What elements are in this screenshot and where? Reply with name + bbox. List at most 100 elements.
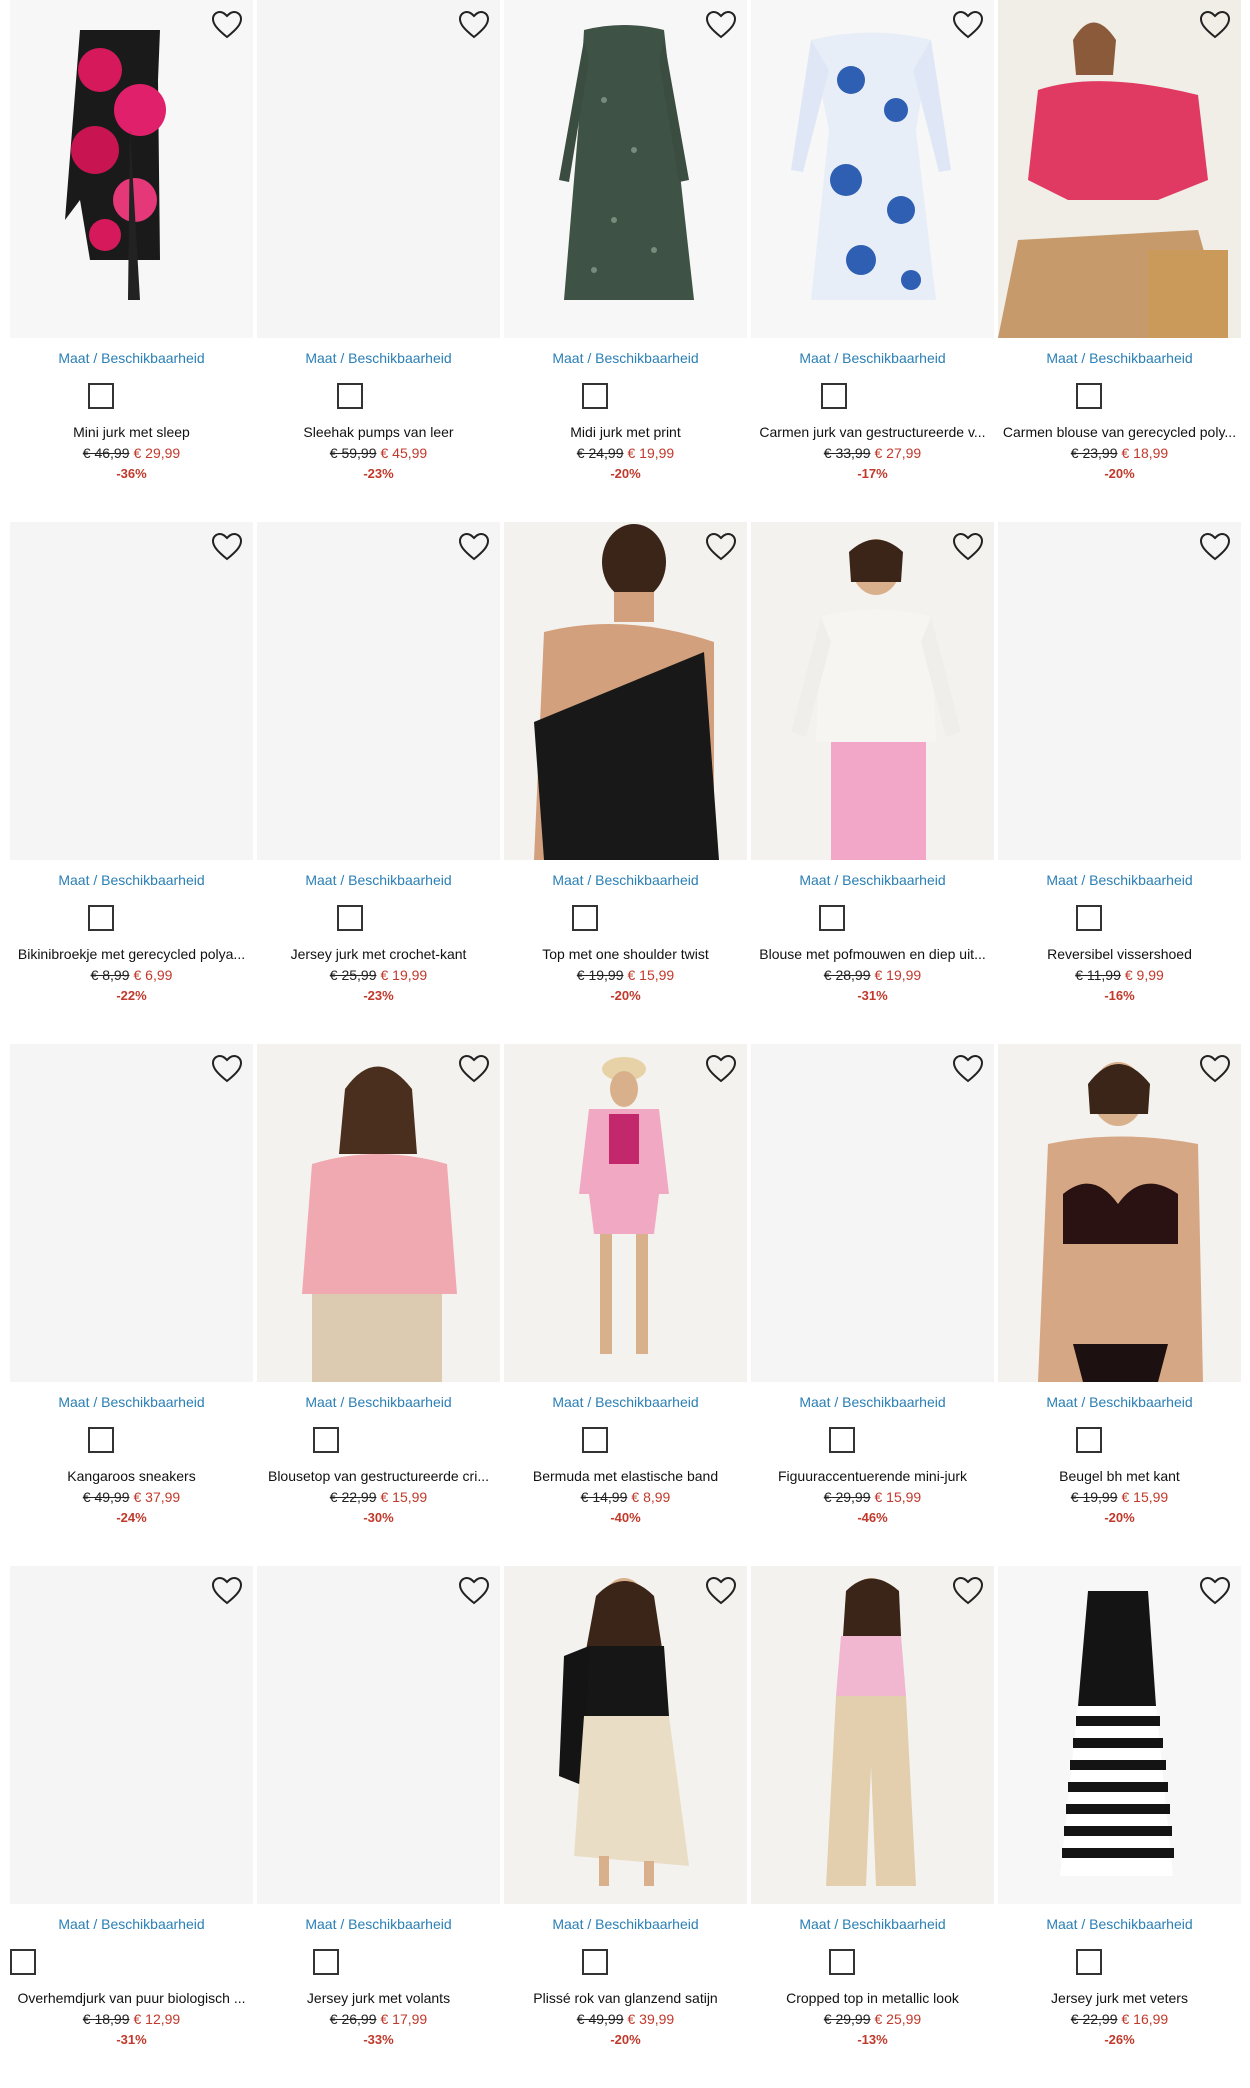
- size-availability-link[interactable]: Maat / Beschikbaarheid: [257, 872, 500, 888]
- compare-checkbox[interactable]: [582, 1427, 608, 1453]
- product-image[interactable]: [10, 1566, 253, 1904]
- product-name[interactable]: Sleehak pumps van leer: [257, 424, 500, 440]
- heart-outline-icon[interactable]: [952, 532, 984, 562]
- heart-outline-icon[interactable]: [458, 1576, 490, 1606]
- size-availability-link[interactable]: Maat / Beschikbaarheid: [257, 1394, 500, 1410]
- product-image[interactable]: [751, 522, 994, 860]
- product-name[interactable]: Jersey jurk met crochet-kant: [257, 946, 500, 962]
- product-card[interactable]: Maat / Beschikbaarheid Top met one should…: [504, 522, 751, 1044]
- heart-outline-icon[interactable]: [952, 1576, 984, 1606]
- product-name[interactable]: Overhemdjurk van puur biologisch ...: [10, 1990, 253, 2006]
- compare-checkbox[interactable]: [313, 1427, 339, 1453]
- product-image[interactable]: [504, 0, 747, 338]
- compare-checkbox[interactable]: [10, 1949, 36, 1975]
- heart-outline-icon[interactable]: [705, 1054, 737, 1084]
- product-card[interactable]: Maat / Beschikbaarheid Reversibel vissers…: [998, 522, 1245, 1044]
- compare-checkbox[interactable]: [821, 383, 847, 409]
- heart-outline-icon[interactable]: [211, 10, 243, 40]
- heart-outline-icon[interactable]: [952, 1054, 984, 1084]
- product-card[interactable]: Maat / Beschikbaarheid Blouse met pofmouw…: [751, 522, 998, 1044]
- compare-checkbox[interactable]: [829, 1949, 855, 1975]
- product-name[interactable]: Cropped top in metallic look: [751, 1990, 994, 2006]
- compare-checkbox[interactable]: [829, 1427, 855, 1453]
- product-card[interactable]: Maat / Beschikbaarheid Jersey jurk met cr…: [257, 522, 504, 1044]
- product-card[interactable]: Maat / Beschikbaarheid Plissé rok van gla…: [504, 1566, 751, 2088]
- compare-checkbox[interactable]: [572, 905, 598, 931]
- product-name[interactable]: Carmen jurk van gestructureerde v...: [751, 424, 994, 440]
- product-name[interactable]: Beugel bh met kant: [998, 1468, 1241, 1484]
- size-availability-link[interactable]: Maat / Beschikbaarheid: [504, 350, 747, 366]
- compare-checkbox[interactable]: [582, 1949, 608, 1975]
- product-name[interactable]: Midi jurk met print: [504, 424, 747, 440]
- product-card[interactable]: Maat / Beschikbaarheid Beugel bh met kant…: [998, 1044, 1245, 1566]
- product-image[interactable]: [257, 1044, 500, 1382]
- size-availability-link[interactable]: Maat / Beschikbaarheid: [257, 350, 500, 366]
- heart-outline-icon[interactable]: [1199, 1576, 1231, 1606]
- product-card[interactable]: Maat / Beschikbaarheid Jersey jurk met vo…: [257, 1566, 504, 2088]
- product-image[interactable]: [998, 0, 1241, 338]
- size-availability-link[interactable]: Maat / Beschikbaarheid: [504, 1394, 747, 1410]
- product-card[interactable]: Maat / Beschikbaarheid Carmen blouse van …: [998, 0, 1245, 522]
- product-image[interactable]: [504, 522, 747, 860]
- heart-outline-icon[interactable]: [211, 532, 243, 562]
- compare-checkbox[interactable]: [582, 383, 608, 409]
- product-image[interactable]: [257, 1566, 500, 1904]
- product-name[interactable]: Blouse met pofmouwen en diep uit...: [751, 946, 994, 962]
- size-availability-link[interactable]: Maat / Beschikbaarheid: [998, 872, 1241, 888]
- compare-checkbox[interactable]: [1076, 1427, 1102, 1453]
- size-availability-link[interactable]: Maat / Beschikbaarheid: [504, 872, 747, 888]
- size-availability-link[interactable]: Maat / Beschikbaarheid: [10, 1394, 253, 1410]
- size-availability-link[interactable]: Maat / Beschikbaarheid: [257, 1916, 500, 1932]
- product-image[interactable]: [751, 0, 994, 338]
- product-image[interactable]: [10, 1044, 253, 1382]
- product-card[interactable]: Maat / Beschikbaarheid Figuuraccentuerend…: [751, 1044, 998, 1566]
- size-availability-link[interactable]: Maat / Beschikbaarheid: [751, 872, 994, 888]
- product-image[interactable]: [257, 0, 500, 338]
- product-image[interactable]: [504, 1566, 747, 1904]
- compare-checkbox[interactable]: [1076, 905, 1102, 931]
- product-card[interactable]: Maat / Beschikbaarheid Blousetop van gest…: [257, 1044, 504, 1566]
- compare-checkbox[interactable]: [337, 905, 363, 931]
- product-image[interactable]: [751, 1044, 994, 1382]
- product-card[interactable]: Maat / Beschikbaarheid Jersey jurk met ve…: [998, 1566, 1245, 2088]
- product-name[interactable]: Bikinibroekje met gerecycled polya...: [10, 946, 253, 962]
- product-name[interactable]: Carmen blouse van gerecycled poly...: [998, 424, 1241, 440]
- product-card[interactable]: Maat / Beschikbaarheid Mini jurk met slee…: [10, 0, 257, 522]
- compare-checkbox[interactable]: [1076, 383, 1102, 409]
- product-card[interactable]: Maat / Beschikbaarheid Bikinibroekje met …: [10, 522, 257, 1044]
- product-card[interactable]: Maat / Beschikbaarheid Cropped top in met…: [751, 1566, 998, 2088]
- product-name[interactable]: Reversibel vissershoed: [998, 946, 1241, 962]
- heart-outline-icon[interactable]: [211, 1576, 243, 1606]
- product-card[interactable]: Maat / Beschikbaarheid Carmen jurk van ge…: [751, 0, 998, 522]
- heart-outline-icon[interactable]: [705, 1576, 737, 1606]
- product-card[interactable]: Maat / Beschikbaarheid Bermuda met elasti…: [504, 1044, 751, 1566]
- product-card[interactable]: Maat / Beschikbaarheid Overhemdjurk van p…: [10, 1566, 257, 2088]
- compare-checkbox[interactable]: [313, 1949, 339, 1975]
- size-availability-link[interactable]: Maat / Beschikbaarheid: [998, 350, 1241, 366]
- heart-outline-icon[interactable]: [458, 532, 490, 562]
- product-card[interactable]: Maat / Beschikbaarheid Midi jurk met prin…: [504, 0, 751, 522]
- compare-checkbox[interactable]: [88, 383, 114, 409]
- size-availability-link[interactable]: Maat / Beschikbaarheid: [998, 1916, 1241, 1932]
- heart-outline-icon[interactable]: [705, 532, 737, 562]
- size-availability-link[interactable]: Maat / Beschikbaarheid: [504, 1916, 747, 1932]
- product-card[interactable]: Maat / Beschikbaarheid Sleehak pumps van …: [257, 0, 504, 522]
- product-image[interactable]: [998, 1044, 1241, 1382]
- size-availability-link[interactable]: Maat / Beschikbaarheid: [10, 872, 253, 888]
- size-availability-link[interactable]: Maat / Beschikbaarheid: [998, 1394, 1241, 1410]
- product-name[interactable]: Jersey jurk met veters: [998, 1990, 1241, 2006]
- heart-outline-icon[interactable]: [952, 10, 984, 40]
- compare-checkbox[interactable]: [1076, 1949, 1102, 1975]
- product-image[interactable]: [257, 522, 500, 860]
- heart-outline-icon[interactable]: [458, 10, 490, 40]
- compare-checkbox[interactable]: [88, 905, 114, 931]
- product-image[interactable]: [10, 0, 253, 338]
- heart-outline-icon[interactable]: [705, 10, 737, 40]
- size-availability-link[interactable]: Maat / Beschikbaarheid: [10, 350, 253, 366]
- product-image[interactable]: [10, 522, 253, 860]
- heart-outline-icon[interactable]: [458, 1054, 490, 1084]
- heart-outline-icon[interactable]: [1199, 10, 1231, 40]
- product-name[interactable]: Mini jurk met sleep: [10, 424, 253, 440]
- product-image[interactable]: [998, 1566, 1241, 1904]
- product-name[interactable]: Plissé rok van glanzend satijn: [504, 1990, 747, 2006]
